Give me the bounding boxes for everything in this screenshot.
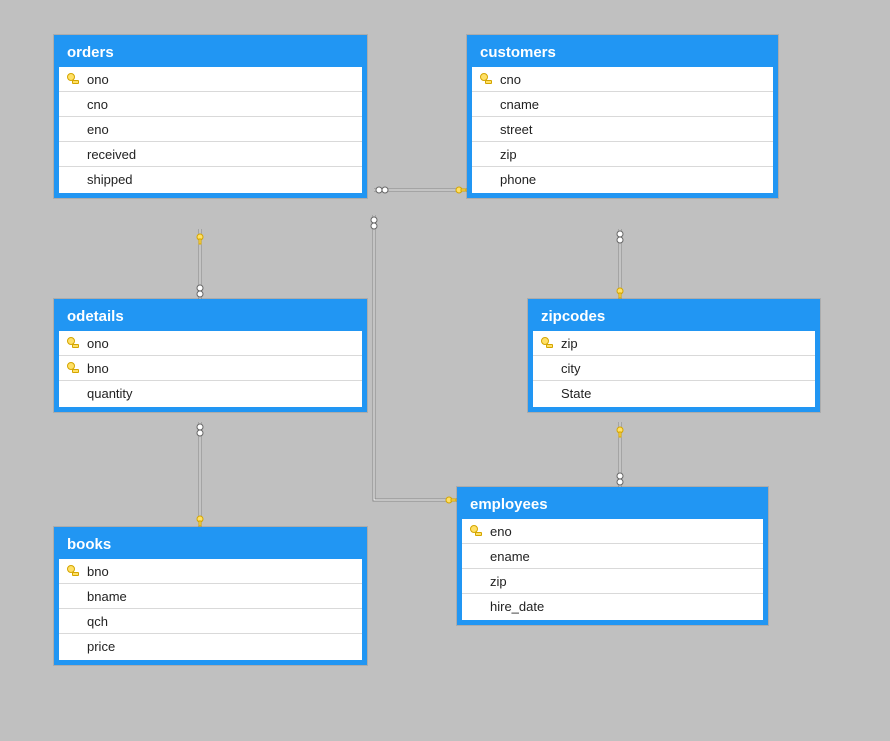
column-name: shipped [87, 172, 356, 187]
table-row[interactable]: ono [59, 67, 362, 92]
table-row[interactable]: bname [59, 584, 362, 609]
table-odetails[interactable]: odetails ono bno quantity [54, 299, 367, 412]
table-row[interactable]: street [472, 117, 773, 142]
column-name: cno [87, 97, 356, 112]
endpoint-fk-marker [371, 217, 377, 229]
endpoint-fk-marker [376, 187, 388, 193]
table-title: odetails [59, 304, 362, 331]
endpoint-fk-marker [617, 473, 623, 485]
column-name: eno [87, 122, 356, 137]
table-title: customers [472, 40, 773, 67]
table-row[interactable]: zip [472, 142, 773, 167]
table-orders[interactable]: orders ono cno eno received shipped [54, 35, 367, 198]
table-row[interactable]: cname [472, 92, 773, 117]
table-customers[interactable]: customers cno cname street zip phone [467, 35, 778, 198]
column-name: price [87, 639, 356, 654]
table-row[interactable]: cno [472, 67, 773, 92]
column-name: ono [87, 72, 356, 87]
column-name: bname [87, 589, 356, 604]
column-name: hire_date [490, 599, 757, 614]
endpoint-pk-marker [197, 234, 203, 244]
table-columns: bno bname qch price [59, 559, 362, 660]
column-name: qch [87, 614, 356, 629]
column-name: received [87, 147, 356, 162]
table-title: employees [462, 492, 763, 519]
table-title: zipcodes [533, 304, 815, 331]
table-row[interactable]: eno [462, 519, 763, 544]
table-columns: ono cno eno received shipped [59, 67, 362, 193]
table-row[interactable]: eno [59, 117, 362, 142]
table-row[interactable]: quantity [59, 381, 362, 405]
table-row[interactable]: received [59, 142, 362, 167]
column-name: ono [87, 336, 356, 351]
column-name: zip [490, 574, 757, 589]
key-icon [67, 362, 79, 374]
table-row[interactable]: bno [59, 356, 362, 381]
diagram-canvas: orders ono cno eno received shipped cust… [0, 0, 890, 741]
table-row[interactable]: State [533, 381, 815, 405]
table-columns: eno ename zip hire_date [462, 519, 763, 620]
key-icon [67, 337, 79, 349]
table-row[interactable]: ono [59, 331, 362, 356]
column-name: zip [561, 336, 809, 351]
column-name: city [561, 361, 809, 376]
column-name: phone [500, 172, 767, 187]
endpoint-pk-marker [446, 497, 456, 503]
table-row[interactable]: hire_date [462, 594, 763, 618]
table-row[interactable]: cno [59, 92, 362, 117]
column-name: quantity [87, 386, 356, 401]
table-title: orders [59, 40, 362, 67]
endpoint-pk-marker [617, 288, 623, 298]
column-name: bno [87, 361, 356, 376]
table-row[interactable]: zip [533, 331, 815, 356]
table-row[interactable]: shipped [59, 167, 362, 191]
column-name: cno [500, 72, 767, 87]
endpoint-pk-marker [617, 427, 623, 437]
table-row[interactable]: city [533, 356, 815, 381]
column-name: ename [490, 549, 757, 564]
table-title: books [59, 532, 362, 559]
column-name: bno [87, 564, 356, 579]
column-name: State [561, 386, 809, 401]
key-icon [67, 73, 79, 85]
table-row[interactable]: price [59, 634, 362, 658]
key-icon [67, 565, 79, 577]
table-employees[interactable]: employees eno ename zip hire_date [457, 487, 768, 625]
table-columns: zip city State [533, 331, 815, 407]
table-row[interactable]: bno [59, 559, 362, 584]
endpoint-fk-marker [617, 231, 623, 243]
endpoint-pk-marker [197, 516, 203, 526]
table-columns: cno cname street zip phone [472, 67, 773, 193]
table-zipcodes[interactable]: zipcodes zip city State [528, 299, 820, 412]
table-row[interactable]: zip [462, 569, 763, 594]
endpoint-pk-marker [456, 187, 466, 193]
column-name: street [500, 122, 767, 137]
table-books[interactable]: books bno bname qch price [54, 527, 367, 665]
table-columns: ono bno quantity [59, 331, 362, 407]
endpoint-fk-marker [197, 424, 203, 436]
table-row[interactable]: phone [472, 167, 773, 191]
column-name: eno [490, 524, 757, 539]
column-name: zip [500, 147, 767, 162]
key-icon [541, 337, 553, 349]
table-row[interactable]: qch [59, 609, 362, 634]
column-name: cname [500, 97, 767, 112]
key-icon [470, 525, 482, 537]
key-icon [480, 73, 492, 85]
table-row[interactable]: ename [462, 544, 763, 569]
endpoint-fk-marker [197, 285, 203, 297]
